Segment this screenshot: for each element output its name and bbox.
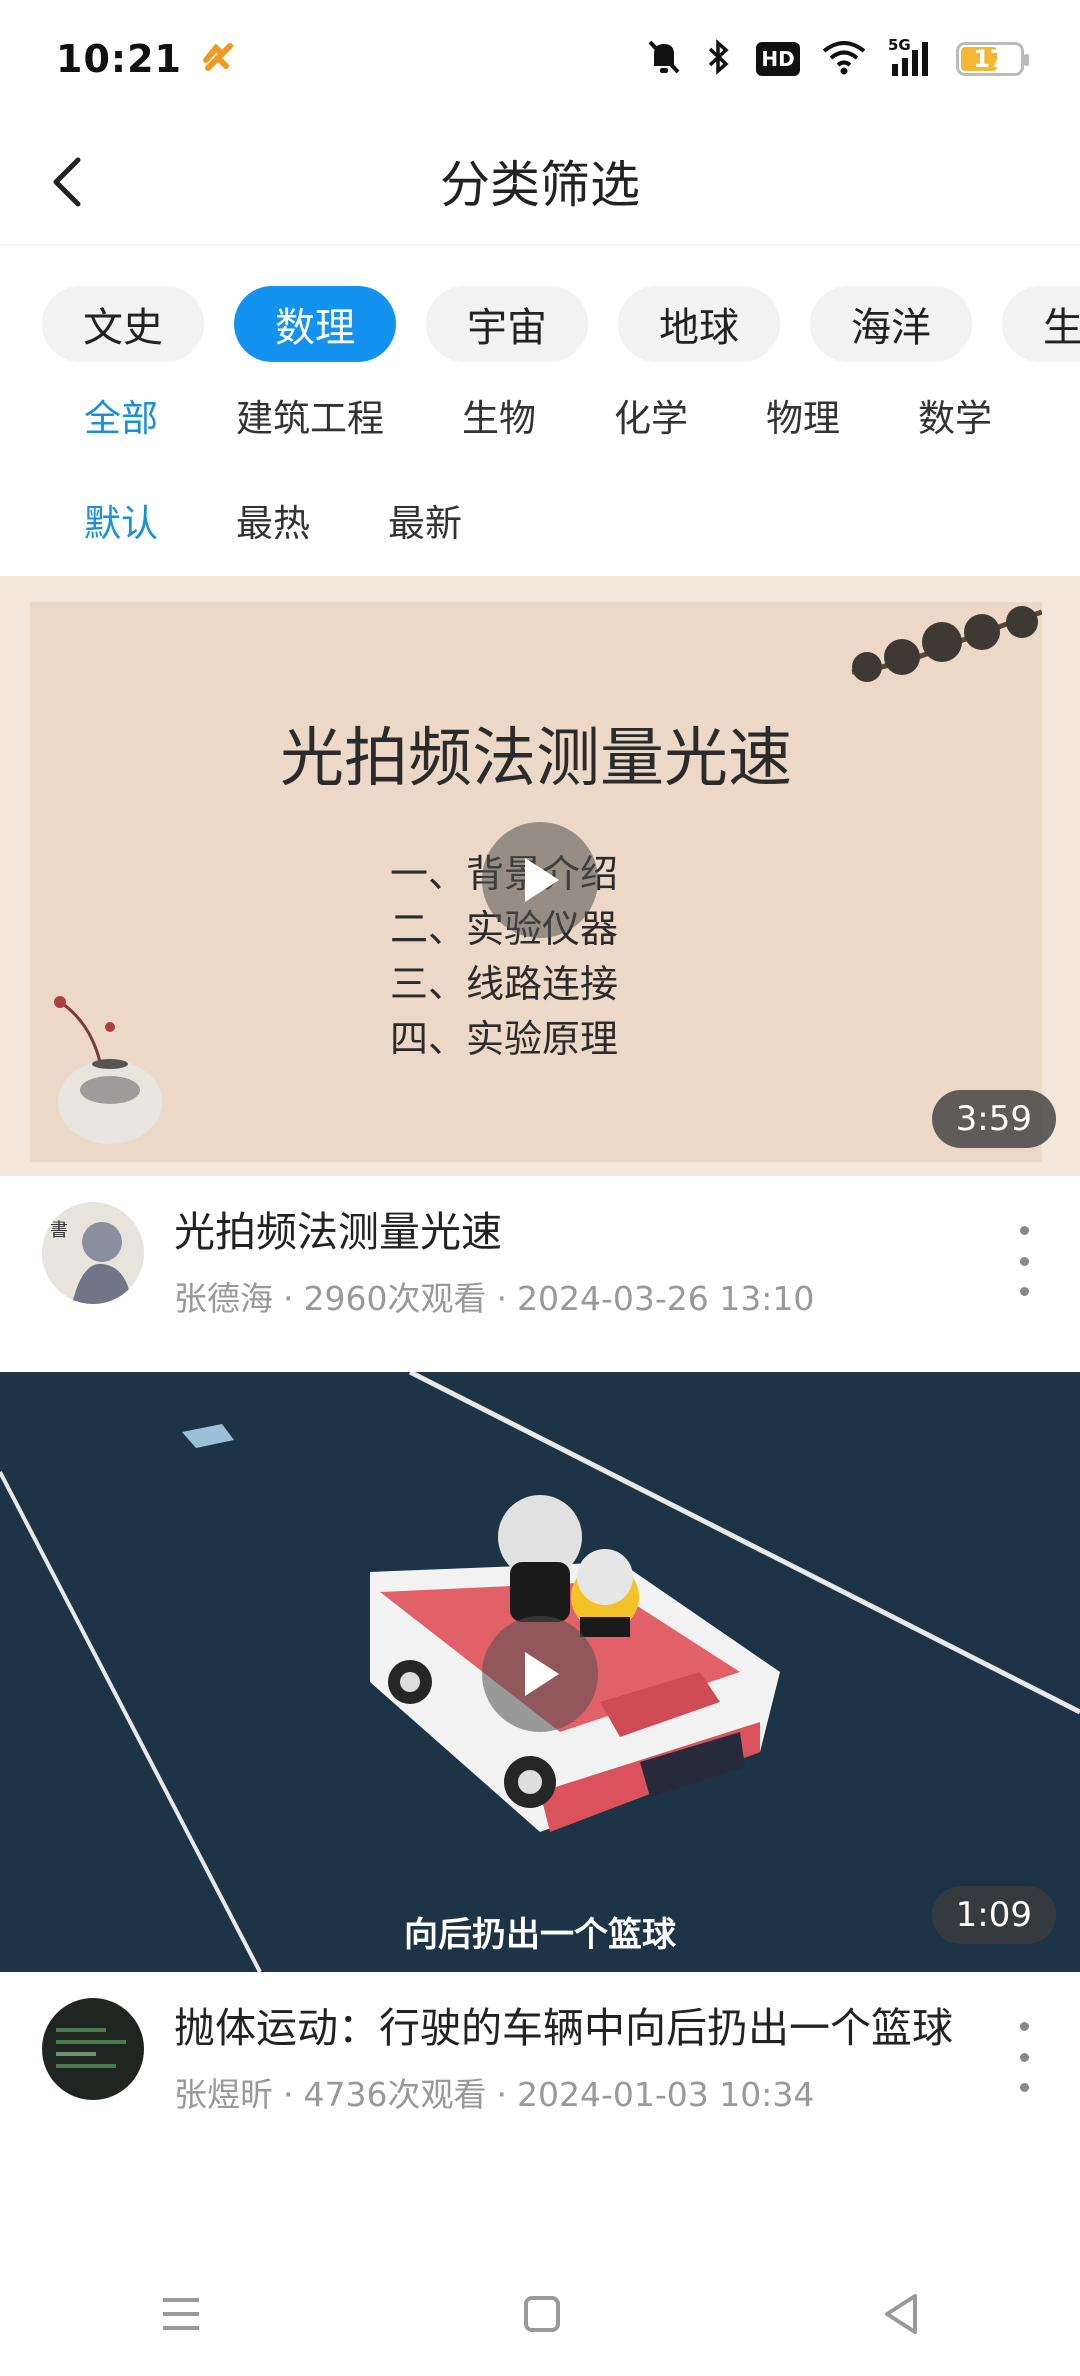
chevron-left-icon <box>53 157 81 207</box>
video-caption: 向后扔出一个篮球 <box>404 1915 676 1955</box>
sort-default[interactable]: 默认 <box>84 493 158 547</box>
video-thumbnail[interactable]: 向后扔出一个篮球 1:09 <box>0 1372 1080 1972</box>
video-subtitle: 张煜昕 · 4736次观看 · 2024-01-03 10:34 <box>174 2075 815 2114</box>
video-date: 2024-01-03 10:34 <box>516 2075 815 2114</box>
back-button[interactable] <box>36 150 100 214</box>
wifi-icon <box>822 39 866 79</box>
back-triangle-icon[interactable] <box>881 2292 921 2340</box>
home-icon[interactable] <box>522 2294 562 2338</box>
subcategory-math[interactable]: 数学 <box>918 388 992 442</box>
slide-outline-item: 三、线路连接 <box>390 962 619 1006</box>
cellular-signal-icon: 5G <box>888 36 934 78</box>
mute-icon <box>646 38 682 80</box>
video-author: 张煜昕 <box>174 2075 273 2114</box>
subcategory-architecture[interactable]: 建筑工程 <box>236 388 384 442</box>
system-navigation-bar <box>0 2256 1080 2376</box>
pine-branch-decoration <box>851 606 1042 682</box>
sort-newest[interactable]: 最新 <box>388 493 462 547</box>
more-dot-icon <box>1019 1226 1029 1235</box>
play-button[interactable] <box>482 822 598 938</box>
more-dot-icon <box>1019 1256 1029 1266</box>
more-dot-icon <box>1019 1287 1029 1296</box>
slide-outline-item: 四、实验原理 <box>390 1017 619 1061</box>
subcategory-physics[interactable]: 物理 <box>766 388 840 442</box>
more-options-button[interactable] <box>1004 1226 1044 1296</box>
video-date: 2024-03-26 13:10 <box>516 1279 815 1318</box>
play-button[interactable] <box>482 1616 598 1732</box>
duration-badge: 1:09 <box>931 1886 1056 1944</box>
battery-level: 17 <box>973 45 1007 73</box>
vase-decoration <box>54 996 162 1144</box>
hd-icon: HD <box>756 42 800 76</box>
app-notification-icon <box>200 42 236 76</box>
duration-badge: 3:59 <box>931 1090 1056 1148</box>
subcategory-all[interactable]: 全部 <box>84 388 158 442</box>
video-card[interactable]: 光拍频法测量光速 一、背景介绍 二、实验仪器 三、线路连接 四、实验原理 3:5… <box>0 576 1080 1320</box>
status-bar: 10:21 HD 5G 17 <box>0 0 1080 118</box>
category-pill-diqiu[interactable]: 地球 <box>618 286 780 362</box>
svg-text:書: 書 <box>50 1220 68 1241</box>
video-subtitle: 张德海 · 2960次观看 · 2024-03-26 13:10 <box>174 1279 815 1318</box>
category-tabs: 文史 数理 宇宙 地球 海洋 生命 <box>0 246 1080 366</box>
video-author: 张德海 <box>174 1279 273 1318</box>
avatar[interactable] <box>42 1998 144 2100</box>
slide-title: 光拍频法测量光速 <box>280 722 792 796</box>
category-pill-haiyang[interactable]: 海洋 <box>810 286 972 362</box>
clock: 10:21 <box>56 37 182 81</box>
sort-options: 默认 最热 最新 <box>0 464 1080 576</box>
more-dot-icon <box>1019 2022 1029 2031</box>
video-meta: 抛体运动：行驶的车辆中向后扔出一个篮球 张煜昕 · 4736次观看 · 2024-01-… <box>0 1972 1080 2116</box>
more-dot-icon <box>1019 2083 1029 2092</box>
video-views: 4736次观看 <box>303 2075 487 2114</box>
category-pill-wenshi[interactable]: 文史 <box>42 286 204 362</box>
avatar[interactable]: 書 <box>42 1202 144 1304</box>
more-options-button[interactable] <box>1004 2022 1044 2092</box>
bluetooth-icon <box>704 38 734 80</box>
battery-icon: 17 <box>956 42 1029 76</box>
category-pill-shengming[interactable]: 生命 <box>1002 286 1080 362</box>
play-icon <box>525 1652 559 1696</box>
subcategory-tabs: 全部 建筑工程 生物 化学 物理 数学 <box>0 366 1080 464</box>
sort-hottest[interactable]: 最热 <box>236 493 310 547</box>
page-title: 分类筛选 <box>440 156 640 214</box>
video-card[interactable]: 向后扔出一个篮球 1:09 抛体运动：行驶的车辆中向后扔出一个篮球 张煜昕 · 47… <box>0 1372 1080 2116</box>
video-meta: 書 光拍频法测量光速 张德海 · 2960次观看 · 2024-03-26 13:10 <box>0 1176 1080 1320</box>
menu-icon[interactable] <box>159 2294 203 2338</box>
video-title[interactable]: 光拍频法测量光速 <box>174 1202 960 1262</box>
subcategory-chemistry[interactable]: 化学 <box>614 388 688 442</box>
category-pill-shuli[interactable]: 数理 <box>234 286 396 362</box>
subcategory-biology[interactable]: 生物 <box>462 388 536 442</box>
more-dot-icon <box>1019 2052 1029 2062</box>
video-title[interactable]: 抛体运动：行驶的车辆中向后扔出一个篮球 <box>174 1998 960 2058</box>
video-thumbnail[interactable]: 光拍频法测量光速 一、背景介绍 二、实验仪器 三、线路连接 四、实验原理 3:5… <box>0 576 1080 1176</box>
play-icon <box>525 858 559 902</box>
video-views: 2960次观看 <box>303 1279 487 1318</box>
header: 分类筛选 <box>0 118 1080 246</box>
category-pill-yuzhou[interactable]: 宇宙 <box>426 286 588 362</box>
